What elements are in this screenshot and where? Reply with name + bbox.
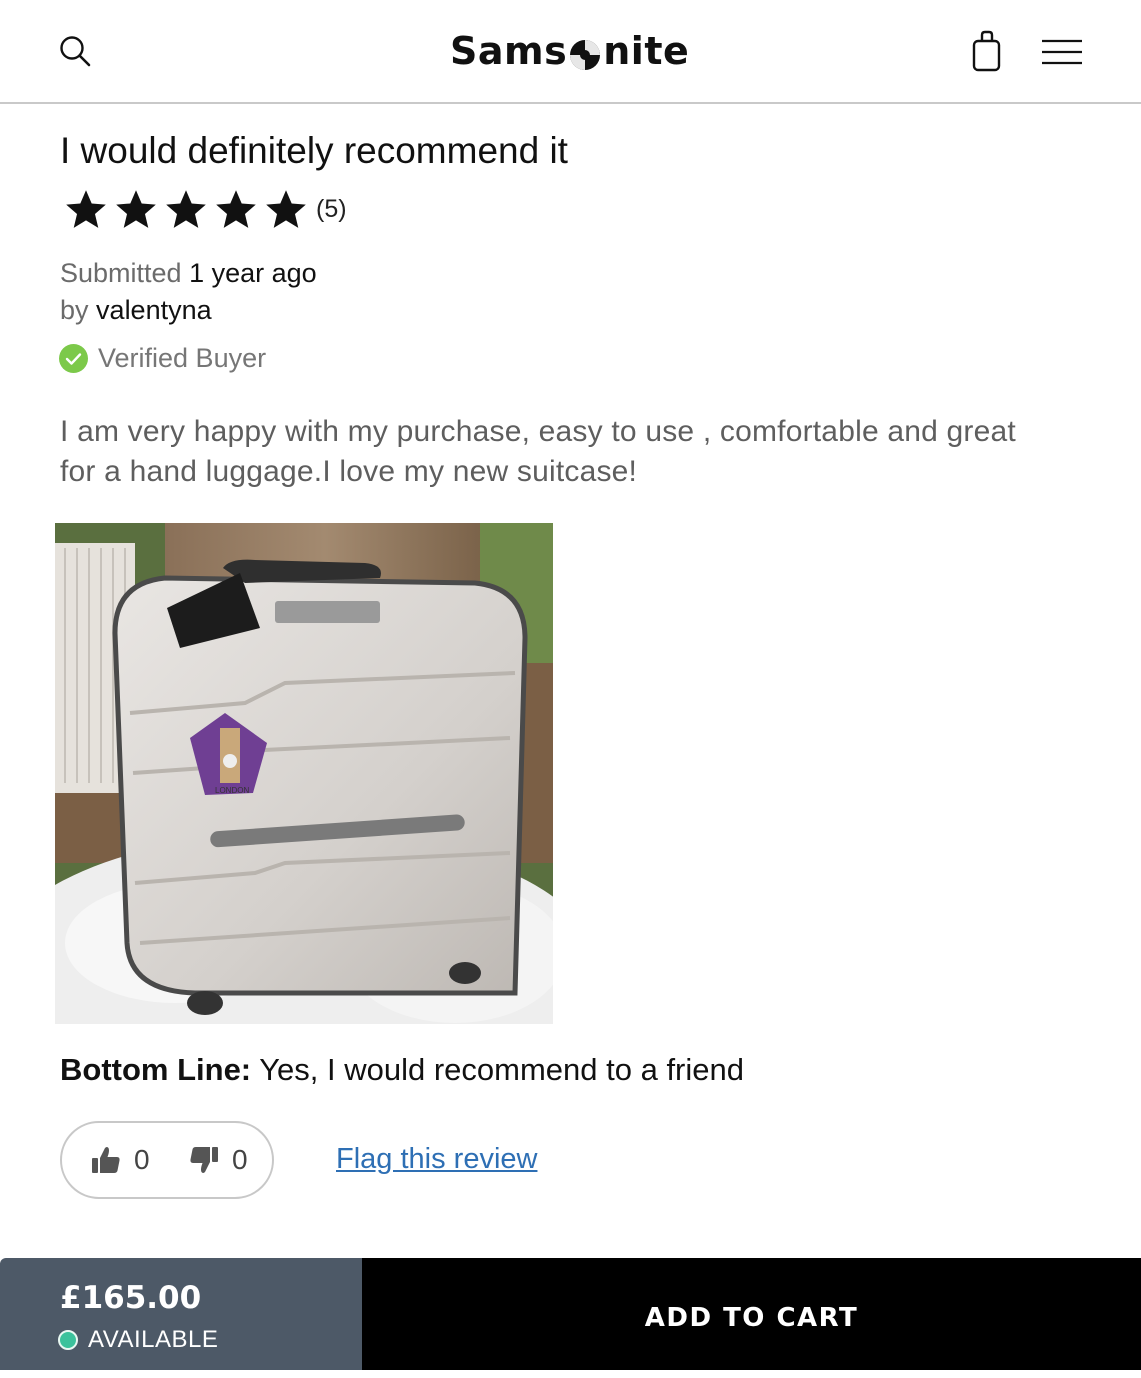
price-panel: £165.00 AVAILABLE xyxy=(0,1258,362,1370)
review-title: I would definitely recommend it xyxy=(60,130,568,171)
site-header: Sams nite xyxy=(0,0,1141,104)
thumbs-up-count: 0 xyxy=(134,1144,150,1175)
availability-status: AVAILABLE xyxy=(58,1326,218,1354)
availability-dot-icon xyxy=(58,1330,78,1350)
thumbs-up-button[interactable]: 0 xyxy=(90,1123,150,1197)
thumbs-down-count: 0 xyxy=(232,1144,248,1175)
submitted-label: Submitted xyxy=(60,258,182,288)
helpfulness-vote-group: 0 0 xyxy=(60,1121,274,1199)
author-line: by valentyna xyxy=(60,295,212,326)
availability-label: AVAILABLE xyxy=(88,1326,219,1353)
star-rating: (5) xyxy=(64,186,347,232)
flag-review-link[interactable]: Flag this review xyxy=(336,1143,537,1176)
search-icon[interactable] xyxy=(58,34,92,68)
verified-buyer-badge: Verified Buyer xyxy=(59,340,266,376)
verified-buyer-label: Verified Buyer xyxy=(98,342,267,373)
star-icon xyxy=(216,190,256,228)
submitted-line: Submitted 1 year ago xyxy=(60,258,317,289)
star-icon xyxy=(166,190,206,228)
product-price: £165.00 xyxy=(60,1280,202,1316)
bottom-line-value: Yes, I would recommend to a friend xyxy=(259,1052,744,1087)
shopping-bag-icon[interactable] xyxy=(970,29,1004,73)
star-icon xyxy=(66,190,106,228)
star-icon xyxy=(266,190,306,228)
samsonite-logo-mark-icon xyxy=(568,34,602,70)
hamburger-menu-icon[interactable] xyxy=(1040,38,1084,66)
review-photo[interactable]: LONDON xyxy=(55,523,553,1024)
submitted-value: 1 year ago xyxy=(189,258,317,288)
author-name: valentyna xyxy=(96,295,212,325)
check-circle-icon xyxy=(59,343,88,373)
logo-text-right: nite xyxy=(603,29,690,73)
luggage-sticker-text: LONDON xyxy=(215,786,249,795)
rating-count: (5) xyxy=(316,194,347,223)
sticky-purchase-bar: £165.00 AVAILABLE ADD TO CART xyxy=(0,1258,1141,1370)
add-to-cart-button[interactable]: ADD TO CART xyxy=(362,1258,1141,1370)
thumbs-down-button[interactable]: 0 xyxy=(188,1123,248,1197)
bottom-line-label: Bottom Line: xyxy=(60,1052,252,1087)
review-body: I am very happy with my purchase, easy t… xyxy=(60,415,1016,488)
thumbs-down-icon xyxy=(190,1147,218,1173)
thumbs-up-icon xyxy=(92,1147,120,1173)
samsonite-logo[interactable]: Sams nite xyxy=(450,26,695,76)
by-label: by xyxy=(60,295,89,325)
bottom-line: Bottom Line: Yes, I would recommend to a… xyxy=(60,1052,744,1088)
logo-text-left: Sams xyxy=(450,29,568,73)
star-icon xyxy=(116,190,156,228)
